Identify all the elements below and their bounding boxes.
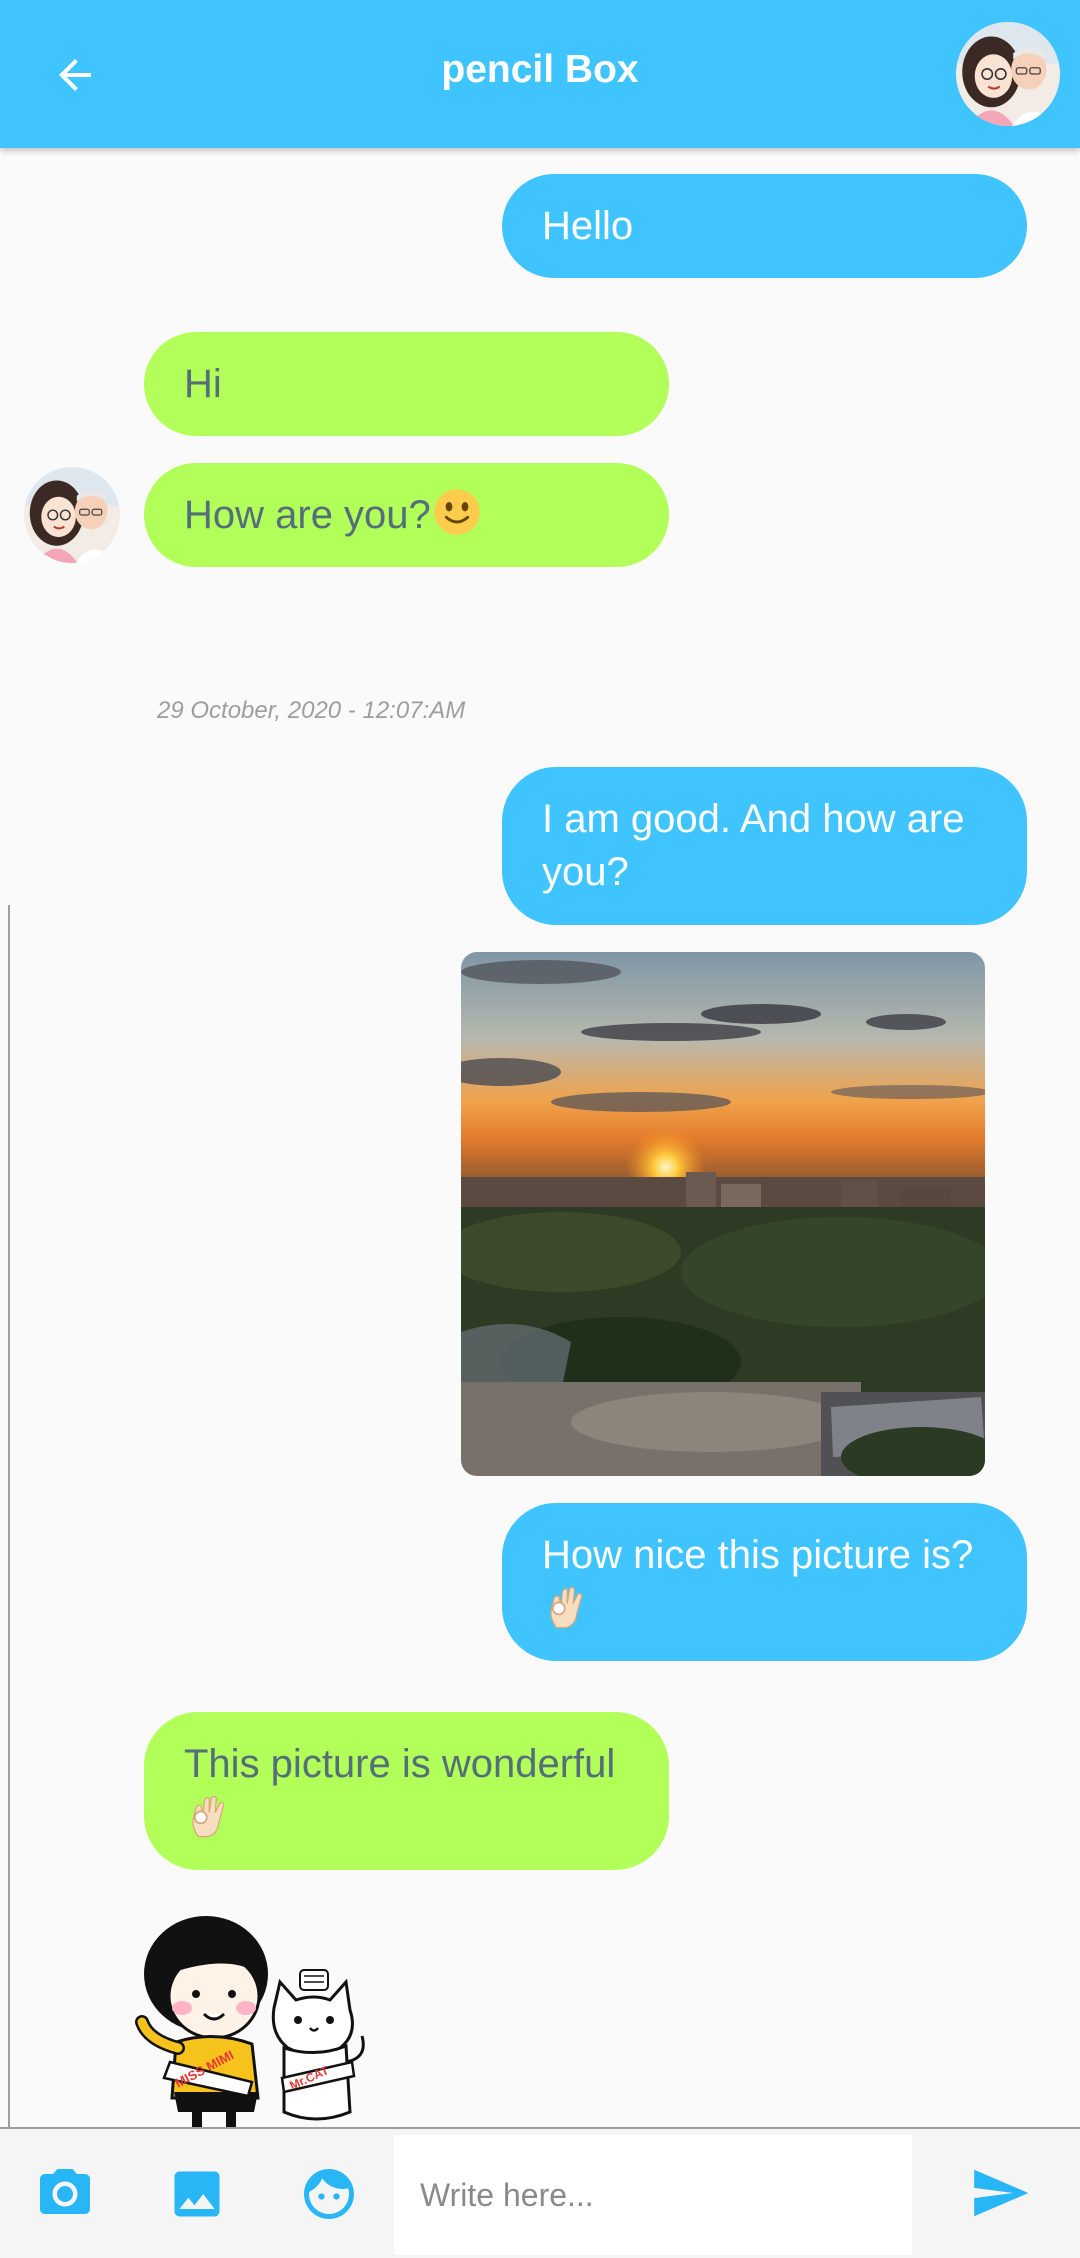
message-timestamp: 29 October, 2020 - 12:07:AM (157, 697, 466, 724)
chat-title: pencil Box (441, 48, 639, 91)
gallery-button[interactable] (164, 2161, 230, 2227)
image-icon (174, 2171, 220, 2217)
message-text: How nice this picture is? (542, 1532, 974, 1577)
message-text: How are you? (184, 493, 431, 537)
sunset-city-photo (461, 952, 985, 1476)
camera-icon (40, 2169, 90, 2214)
message-input[interactable] (394, 2135, 912, 2255)
send-button[interactable] (960, 2153, 1040, 2233)
sticker-message[interactable]: MISS MIMI Mr.CAT (134, 1912, 368, 2130)
chat-screen: pencil Box Hello Hi How are you? 29 Octo… (0, 0, 1080, 2258)
message-text: Hello (542, 203, 634, 248)
message-bubble-peer[interactable]: This picture is wonderful (144, 1712, 669, 1870)
message-bubble-me[interactable]: How nice this picture is? (502, 1503, 1027, 1661)
camera-button[interactable] (32, 2161, 98, 2227)
send-icon (974, 2169, 1029, 2217)
message-input-bar (0, 2127, 1080, 2258)
message-bubble-peer[interactable]: How are you? (144, 463, 669, 567)
message-text: Hi (184, 361, 222, 406)
contact-avatar[interactable] (956, 22, 1060, 126)
avatar-illustration (956, 22, 1060, 126)
image-message[interactable] (461, 952, 985, 1476)
message-text: This picture is wonderful (184, 1741, 616, 1786)
app-bar: pencil Box (0, 0, 1080, 148)
peer-avatar[interactable] (24, 467, 120, 563)
avatar-illustration (24, 467, 120, 563)
ok-hand-icon (192, 1795, 225, 1837)
scroll-edge-line (8, 905, 10, 2143)
message-bubble-peer[interactable]: Hi (144, 332, 669, 436)
ok-hand-icon (550, 1586, 583, 1628)
face-icon (304, 2169, 354, 2219)
miss-mimi-and-mr-cat-sticker: MISS MIMI Mr.CAT (135, 1916, 365, 2128)
message-text: I am good. And how are you? (542, 797, 965, 894)
sticker-button[interactable] (296, 2161, 362, 2227)
message-bubble-me[interactable]: I am good. And how are you? (502, 767, 1027, 925)
message-bubble-me[interactable]: Hello (502, 174, 1027, 278)
slightly-smiling-face-icon (434, 489, 480, 535)
